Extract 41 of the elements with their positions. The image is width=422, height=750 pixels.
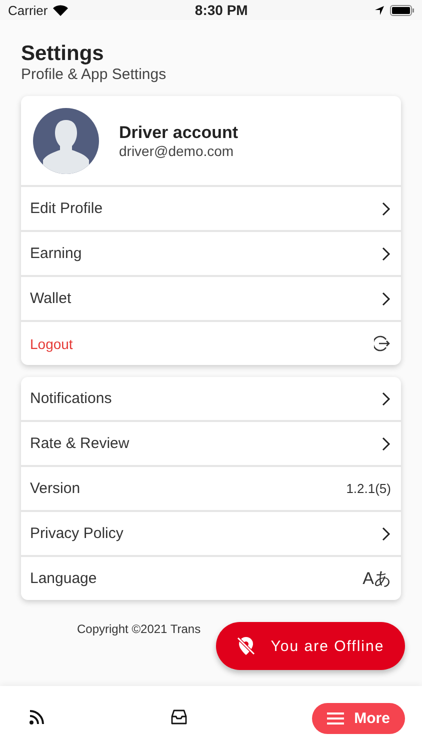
page-title: Settings <box>21 42 105 66</box>
chevron-icon <box>382 526 391 540</box>
logout-icon <box>374 335 391 352</box>
more-button[interactable]: More <box>312 703 405 734</box>
row-label: Earning <box>30 245 82 262</box>
battery-icon <box>390 4 414 16</box>
profile-email: driver@demo.com <box>119 142 235 158</box>
row-value: 1.2.1(5) <box>346 481 391 496</box>
settings-row[interactable]: Edit Profile <box>21 187 401 232</box>
status-time: 8:30 PM <box>194 2 248 18</box>
page-subtitle: Profile & App Settings <box>21 66 168 84</box>
profile-name: Driver account <box>119 122 238 142</box>
wifi-icon <box>52 4 68 16</box>
settings-row[interactable]: Notifications <box>21 377 401 422</box>
settings-row[interactable]: Version 1.2.1(5) <box>21 467 401 512</box>
settings-row[interactable]: Logout <box>21 322 401 365</box>
settings-row[interactable]: Earning <box>21 232 401 277</box>
row-label: Wallet <box>30 290 72 307</box>
chevron-icon <box>382 436 391 450</box>
row-label: Rate & Review <box>30 435 130 452</box>
row-value: Aあ <box>362 568 391 590</box>
carrier-label: Carrier <box>8 2 48 18</box>
location-arrow-icon <box>375 6 384 14</box>
row-label: Privacy Policy <box>30 525 124 542</box>
menu-icon <box>327 712 344 725</box>
offline-button[interactable]: You are Offline <box>216 622 405 670</box>
chevron-icon <box>382 202 391 216</box>
chevron-icon <box>382 246 391 260</box>
location-off-icon <box>236 636 255 656</box>
chevron-icon <box>382 292 391 306</box>
row-label: Notifications <box>30 390 112 407</box>
settings-row[interactable]: Privacy Policy <box>21 512 401 557</box>
copyright-text: Copyright ©2021 Trans <box>77 622 201 636</box>
settings-row[interactable]: Language Aあ <box>21 557 401 600</box>
settings-row[interactable]: Rate & Review <box>21 422 401 467</box>
row-label: Language <box>30 570 97 587</box>
row-label: Version <box>30 480 80 497</box>
row-label: Edit Profile <box>30 200 103 217</box>
row-label: Logout <box>30 336 73 352</box>
chevron-icon <box>382 392 391 406</box>
settings-row[interactable]: Wallet <box>21 277 401 322</box>
